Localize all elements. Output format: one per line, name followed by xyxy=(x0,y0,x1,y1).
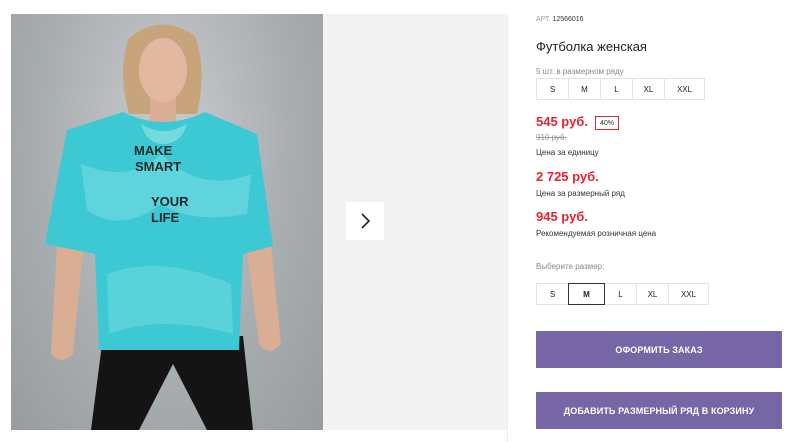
unit-price-caption: Цена за единицу xyxy=(536,148,599,157)
size-row-list: S M L XL XXL xyxy=(536,78,705,100)
row-size-s: S xyxy=(536,78,569,100)
print-line-2: SMART xyxy=(135,159,181,174)
product-photo: MAKE SMART YOUR LIFE xyxy=(11,14,323,430)
article-label: АРТ. xyxy=(536,16,551,23)
size-option-s[interactable]: S xyxy=(536,283,569,305)
size-selector: S M L XL XXL xyxy=(536,283,709,305)
article-number: АРТ. 12566016 xyxy=(536,16,584,23)
discount-badge: 40% xyxy=(595,116,619,130)
unit-price: 545 руб. xyxy=(536,114,588,129)
retail-price-caption: Рекомендуемая розничная цена xyxy=(536,229,657,238)
row-size-xl: XL xyxy=(632,78,665,100)
size-option-xxl[interactable]: XXL xyxy=(668,283,709,305)
product-title: Футболка женская xyxy=(536,39,647,54)
add-size-row-to-cart-button[interactable]: ДОБАВИТЬ РАЗМЕРНЫЙ РЯД В КОРЗИНУ xyxy=(536,392,782,429)
size-option-xl[interactable]: XL xyxy=(636,283,669,305)
gallery-next-button[interactable] xyxy=(346,202,384,240)
chevron-right-icon xyxy=(361,213,371,229)
print-line-4: LIFE xyxy=(151,210,179,225)
article-value: 12566016 xyxy=(552,16,584,23)
size-option-l[interactable]: L xyxy=(604,283,637,305)
checkout-button[interactable]: ОФОРМИТЬ ЗАКАЗ xyxy=(536,331,782,368)
retail-price: 945 руб. xyxy=(536,209,588,224)
row-price: 2 725 руб. xyxy=(536,169,599,184)
model-illustration: MAKE SMART YOUR LIFE xyxy=(45,24,281,430)
row-size-l: L xyxy=(600,78,633,100)
row-price-caption: Цена за размерный ряд xyxy=(536,189,625,198)
size-option-m[interactable]: M xyxy=(568,283,605,305)
print-line-1: MAKE xyxy=(134,143,173,158)
column-divider xyxy=(507,14,508,442)
old-price: 910 руб. xyxy=(536,133,567,142)
choose-size-label: Выберите размер: xyxy=(536,262,605,271)
size-row-note: 5 шт. в размерном ряду xyxy=(536,67,624,76)
row-size-xxl: XXL xyxy=(664,78,705,100)
row-size-m: M xyxy=(568,78,601,100)
print-line-3: YOUR xyxy=(151,194,189,209)
